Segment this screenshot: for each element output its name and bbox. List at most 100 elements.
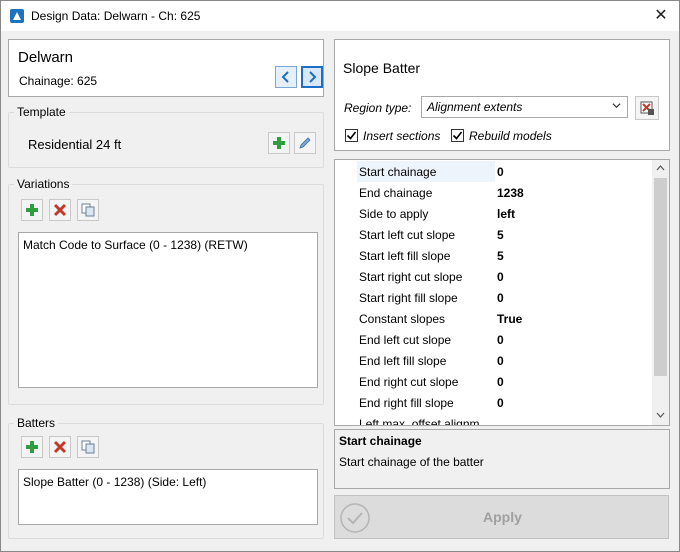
property-name: Start left fill slope (359, 249, 451, 263)
property-row[interactable]: Start right fill slope 0 (357, 287, 654, 308)
check-circle-icon (340, 503, 370, 533)
chevron-left-icon (281, 71, 289, 83)
property-grid[interactable]: Start chainage 0 End chainage 1238 Side to a… (334, 159, 670, 426)
add-batter-button[interactable] (21, 436, 43, 458)
template-group-label: Template (14, 105, 69, 119)
description-title: Start chainage (339, 434, 422, 448)
checkmark-icon (346, 131, 357, 140)
variations-list[interactable]: Match Code to Surface (0 - 1238) (RETW) (18, 232, 318, 388)
insert-sections-label[interactable]: Insert sections (363, 129, 440, 143)
list-item[interactable]: Slope Batter (0 - 1238) (Side: Left) (23, 473, 313, 489)
alignment-name: Delwarn (18, 49, 74, 66)
property-row[interactable]: Start left fill slope 5 (357, 245, 654, 266)
header-panel: Delwarn Chainage: 625 (8, 39, 324, 97)
property-name: End right fill slope (359, 396, 454, 410)
copy-batter-button[interactable] (77, 436, 99, 458)
property-row[interactable]: End right cut slope 0 (357, 371, 654, 392)
property-value[interactable]: 1238 (495, 182, 524, 203)
chainage-label: Chainage: 625 (19, 74, 98, 88)
chevron-down-icon (612, 103, 621, 109)
close-icon[interactable]: ✕ (649, 4, 673, 28)
batters-group-label: Batters (14, 416, 59, 430)
property-grid-scrollbar[interactable] (652, 160, 669, 425)
copy-variation-button[interactable] (77, 199, 99, 221)
property-value[interactable]: 5 (495, 245, 504, 266)
property-name: Start left cut slope (359, 228, 456, 242)
property-name: End right cut slope (359, 375, 459, 389)
property-row[interactable]: End chainage 1238 (357, 182, 654, 203)
property-name: Side to apply (359, 207, 429, 221)
property-name: Left max. offset alignm (359, 417, 480, 426)
plus-icon (26, 441, 38, 453)
property-row[interactable]: Start left cut slope 5 (357, 224, 654, 245)
property-row[interactable]: Constant slopes True (357, 308, 654, 329)
property-row[interactable]: Left max. offset alignm (357, 413, 654, 426)
pencil-icon (299, 137, 311, 149)
app-logo-icon (10, 9, 24, 23)
property-name: Start right cut slope (359, 270, 463, 284)
checkmark-icon (452, 131, 463, 140)
batters-list[interactable]: Slope Batter (0 - 1238) (Side: Left) (18, 469, 318, 525)
scroll-thumb[interactable] (654, 178, 667, 376)
property-name: End chainage (359, 186, 433, 200)
property-value[interactable]: 0 (495, 329, 504, 350)
property-row[interactable]: End left cut slope 0 (357, 329, 654, 350)
delete-variation-button[interactable] (49, 199, 71, 221)
property-value[interactable]: 0 (495, 350, 504, 371)
design-data-window: Design Data: Delwarn - Ch: 625 ✕ Delwarn… (0, 0, 680, 552)
copy-icon (81, 203, 95, 217)
apply-button[interactable]: Apply (334, 495, 669, 539)
chevron-right-icon (309, 71, 317, 83)
rebuild-models-checkbox[interactable] (451, 129, 464, 142)
add-variation-button[interactable] (21, 199, 43, 221)
insert-sections-checkbox[interactable] (345, 129, 358, 142)
property-value[interactable]: 0 (495, 392, 504, 413)
rebuild-models-label[interactable]: Rebuild models (469, 129, 552, 143)
property-value[interactable] (495, 413, 497, 425)
property-value[interactable]: True (495, 308, 522, 329)
property-value[interactable]: left (495, 203, 515, 224)
pick-region-icon (640, 101, 654, 115)
window-title: Design Data: Delwarn - Ch: 625 (31, 9, 201, 23)
template-value: Residential 24 ft (28, 137, 122, 152)
add-template-button[interactable] (268, 132, 290, 154)
list-item[interactable]: Match Code to Surface (0 - 1238) (RETW) (23, 236, 313, 252)
property-row[interactable]: Start right cut slope 0 (357, 266, 654, 287)
delete-x-icon (53, 203, 67, 217)
property-row[interactable]: End right fill slope 0 (357, 392, 654, 413)
detail-panel: Slope Batter Region type: Alignment exte… (334, 39, 670, 151)
property-description: Start chainage Start chainage of the bat… (334, 429, 670, 489)
description-text: Start chainage of the batter (339, 455, 484, 469)
detail-title: Slope Batter (343, 60, 421, 76)
property-name: End left fill slope (359, 354, 447, 368)
apply-label: Apply (483, 509, 522, 525)
region-type-select[interactable]: Alignment extents (421, 96, 628, 118)
property-name: Constant slopes (359, 312, 446, 326)
region-pick-button[interactable] (635, 96, 659, 120)
plus-icon (26, 204, 38, 216)
region-type-label: Region type: (344, 101, 412, 115)
title-bar: Design Data: Delwarn - Ch: 625 ✕ (1, 1, 679, 31)
delete-batter-button[interactable] (49, 436, 71, 458)
edit-template-button[interactable] (294, 132, 316, 154)
scroll-up-icon[interactable] (656, 164, 665, 171)
property-value[interactable]: 0 (495, 161, 504, 182)
previous-button[interactable] (275, 66, 297, 88)
property-name: Start right fill slope (359, 291, 458, 305)
property-value[interactable]: 5 (495, 224, 504, 245)
region-type-value: Alignment extents (427, 100, 523, 114)
property-row[interactable]: Side to apply left (357, 203, 654, 224)
property-value[interactable]: 0 (495, 266, 504, 287)
property-value[interactable]: 0 (495, 287, 504, 308)
copy-icon (81, 440, 95, 454)
next-button[interactable] (301, 66, 323, 88)
delete-x-icon (53, 440, 67, 454)
property-value[interactable]: 0 (495, 371, 504, 392)
property-row[interactable]: End left fill slope 0 (357, 350, 654, 371)
variations-group-label: Variations (14, 177, 73, 191)
scroll-down-icon[interactable] (656, 412, 665, 419)
property-row[interactable]: Start chainage 0 (357, 161, 654, 182)
plus-icon (273, 137, 285, 149)
property-name: End left cut slope (359, 333, 452, 347)
property-name: Start chainage (357, 161, 495, 182)
